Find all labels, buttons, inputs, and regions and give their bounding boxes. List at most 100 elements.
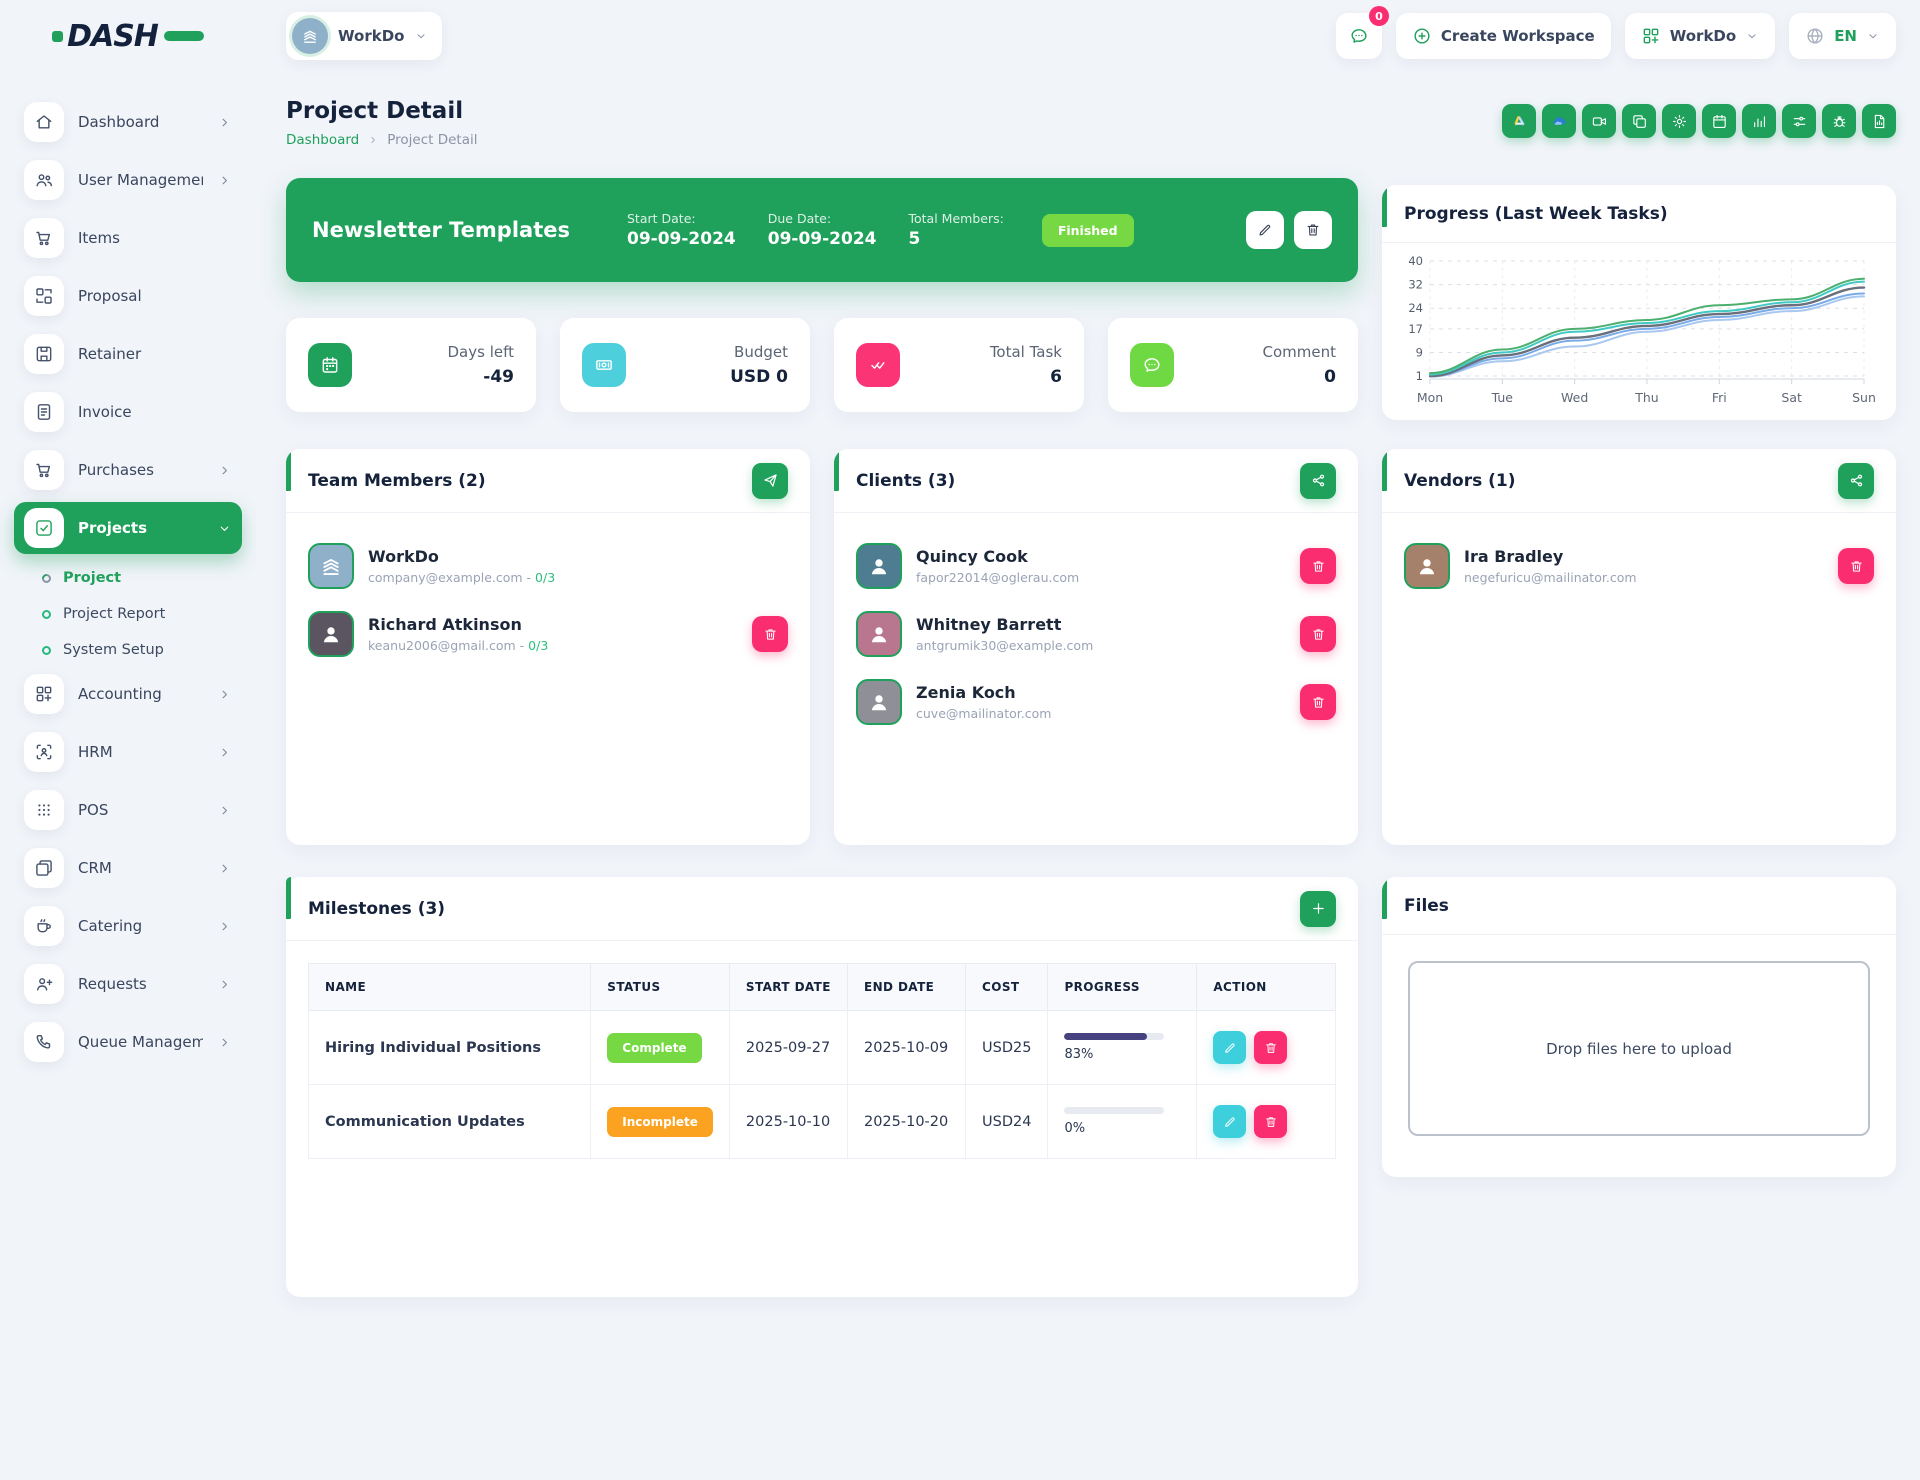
- money-icon: [594, 355, 614, 375]
- edit-milestone-button[interactable]: [1213, 1031, 1246, 1064]
- chat-icon: [1130, 343, 1174, 387]
- grid-plus-icon: [24, 674, 64, 714]
- double-check-icon: [856, 343, 900, 387]
- team-members-card: Team Members (2) WorkDocompany@example.c…: [286, 449, 810, 845]
- sidebar-item-dashboard[interactable]: Dashboard: [14, 96, 242, 148]
- sidebar: Dashboard User Management Items Proposal Ret…: [0, 72, 256, 1080]
- swap-squares-icon: [34, 286, 54, 306]
- svg-text:Wed: Wed: [1561, 390, 1588, 405]
- create-workspace-button[interactable]: Create Workspace: [1396, 13, 1611, 59]
- sidebar-item-proposal[interactable]: Proposal: [14, 270, 242, 322]
- clients-title: Clients (3): [856, 471, 955, 491]
- workspace-chip[interactable]: WorkDo: [286, 12, 442, 60]
- workspace-menu[interactable]: WorkDo: [1625, 13, 1775, 59]
- share-vendors-button[interactable]: [1838, 463, 1874, 499]
- create-workspace-label: Create Workspace: [1441, 27, 1595, 45]
- sidebar-item-retainer[interactable]: Retainer: [14, 328, 242, 380]
- invoice-icon: [34, 402, 54, 422]
- bullet-icon: [40, 572, 53, 585]
- dropzone-text: Drop files here to upload: [1546, 1040, 1732, 1058]
- files-title: Files: [1404, 896, 1449, 916]
- delete-button[interactable]: [1300, 684, 1336, 720]
- sidebar-item-accounting[interactable]: Accounting: [14, 668, 242, 720]
- gear-button[interactable]: [1662, 104, 1696, 138]
- sliders-button[interactable]: [1782, 104, 1816, 138]
- table-header: PROGRESS: [1048, 964, 1197, 1011]
- messages-button[interactable]: 0: [1336, 13, 1382, 59]
- sidebar-item-purchases[interactable]: Purchases: [14, 444, 242, 496]
- sidebar-item-pos[interactable]: POS: [14, 784, 242, 836]
- chev-right-icon: [217, 861, 232, 876]
- sidebar-item-crm[interactable]: CRM: [14, 842, 242, 894]
- building-icon: [318, 553, 344, 579]
- video-button[interactable]: [1582, 104, 1616, 138]
- breadcrumb-current: Project Detail: [387, 132, 477, 148]
- share-clients-button[interactable]: [1300, 463, 1336, 499]
- trash-icon: [1264, 1115, 1278, 1129]
- sidebar-item-catering[interactable]: Catering: [14, 900, 242, 952]
- chev-right-icon: [217, 173, 232, 188]
- file-dropzone[interactable]: Drop files here to upload: [1408, 961, 1870, 1136]
- sidebar-item-items[interactable]: Items: [14, 212, 242, 264]
- progress-chart-card: Progress (Last Week Tasks) 1917243240Mon…: [1382, 185, 1896, 420]
- sidebar-item-queue-management[interactable]: Queue Management: [14, 1016, 242, 1068]
- sidebar-item-projects[interactable]: Projects: [14, 502, 242, 554]
- sidebar-item-invoice[interactable]: Invoice: [14, 386, 242, 438]
- trash-icon: [1849, 559, 1864, 574]
- edit-project-button[interactable]: [1246, 211, 1284, 249]
- delete-milestone-button[interactable]: [1254, 1105, 1287, 1138]
- calendar-button[interactable]: [1702, 104, 1736, 138]
- chev-right-icon: [217, 977, 232, 992]
- bar-chart-button[interactable]: [1742, 104, 1776, 138]
- svg-text:40: 40: [1408, 254, 1423, 268]
- sliders-icon: [1791, 113, 1808, 130]
- app-logo[interactable]: DASH: [0, 19, 256, 54]
- sidebar-item-requests[interactable]: Requests: [14, 958, 242, 1010]
- gdrive-button[interactable]: [1502, 104, 1536, 138]
- svg-text:Mon: Mon: [1417, 390, 1443, 405]
- bar-chart-icon: [1751, 113, 1768, 130]
- onedrive-button[interactable]: [1542, 104, 1576, 138]
- chevron-down-icon: [1745, 29, 1759, 43]
- check-square-icon: [24, 508, 64, 548]
- crm-icon: [34, 858, 54, 878]
- add-milestone-button[interactable]: [1300, 891, 1336, 927]
- total-members-label: Total Members:: [909, 211, 1004, 226]
- sidebar-subitem-project[interactable]: Project: [14, 560, 242, 596]
- sidebar-item-user-management[interactable]: User Management: [14, 154, 242, 206]
- breadcrumb-dashboard-link[interactable]: Dashboard: [286, 132, 359, 148]
- stats-row: Days left-49BudgetUSD 0Total Task6Commen…: [286, 318, 1358, 412]
- sidebar-subitem-system-setup[interactable]: System Setup: [14, 632, 242, 668]
- invite-member-button[interactable]: [752, 463, 788, 499]
- bug-icon: [1831, 113, 1848, 130]
- send-icon: [762, 472, 779, 489]
- grid-plus-icon: [1641, 26, 1661, 46]
- logo-dash: [164, 31, 204, 41]
- language-menu[interactable]: EN: [1789, 13, 1896, 59]
- stat-card-total-task: Total Task6: [834, 318, 1084, 412]
- delete-button[interactable]: [1300, 616, 1336, 652]
- delete-button[interactable]: [752, 616, 788, 652]
- file-chart-button[interactable]: [1862, 104, 1896, 138]
- bug-button[interactable]: [1822, 104, 1856, 138]
- save-icon: [34, 344, 54, 364]
- list-item: Whitney Barrettantgrumik30@example.com: [856, 611, 1336, 657]
- sidebar-subitem-project-report[interactable]: Project Report: [14, 596, 242, 632]
- delete-project-button[interactable]: [1294, 211, 1332, 249]
- phone-icon: [34, 1032, 54, 1052]
- project-name: Newsletter Templates: [312, 218, 627, 242]
- sidebar-item-hrm[interactable]: HRM: [14, 726, 242, 778]
- copy-button[interactable]: [1622, 104, 1656, 138]
- edit-milestone-button[interactable]: [1213, 1105, 1246, 1138]
- status-badge: Complete: [607, 1033, 701, 1063]
- delete-milestone-button[interactable]: [1254, 1031, 1287, 1064]
- users-icon: [34, 170, 54, 190]
- delete-button[interactable]: [1300, 548, 1336, 584]
- start-date-block: Start Date: 09-09-2024: [627, 211, 736, 249]
- due-date-label: Due Date:: [768, 211, 877, 226]
- chat-icon: [1142, 355, 1162, 375]
- list-item: Richard Atkinsonkeanu2006@gmail.com - 0/…: [308, 611, 788, 657]
- person-icon: [866, 621, 892, 647]
- delete-button[interactable]: [1838, 548, 1874, 584]
- bullet-icon: [42, 610, 51, 619]
